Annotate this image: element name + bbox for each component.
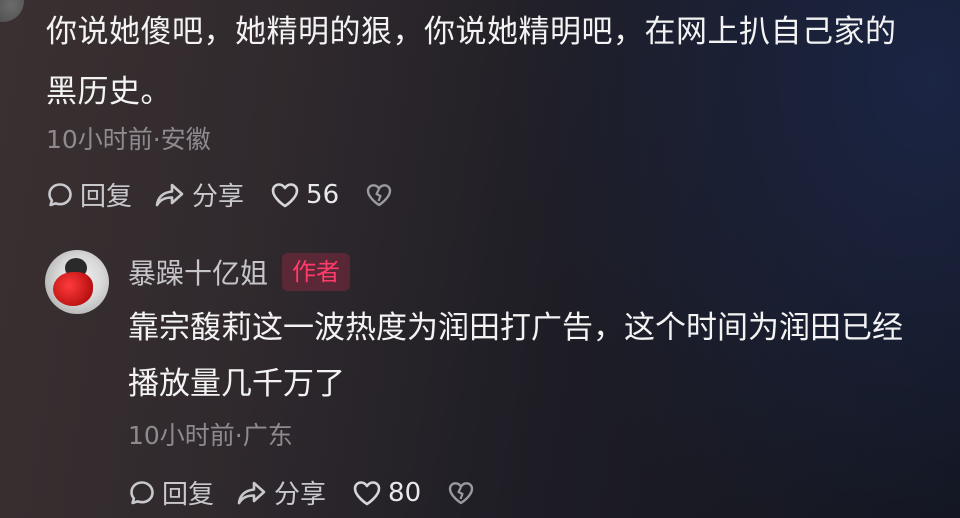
- comment-dislike-button[interactable]: [365, 181, 393, 209]
- comment-like-count: 56: [306, 179, 340, 210]
- reply-dislike-button[interactable]: [447, 479, 475, 507]
- reply-like-count: 80: [388, 477, 422, 508]
- share-arrow-icon: [154, 181, 186, 209]
- reply-share-button[interactable]: 分享: [236, 474, 326, 511]
- comment-reply-label: 回复: [80, 182, 133, 212]
- comment-bubble-icon: [128, 479, 156, 507]
- comment-body: 你说她傻吧，她精明的狠，你说她精明吧，在网上扒自己家的 黑历史。: [46, 2, 946, 122]
- comment-action-row: 回复 分享 56: [46, 176, 393, 213]
- reply-body: 靠宗馥莉这一波热度为润田打广告，这个时间为润田已经 播放量几千万了: [128, 300, 958, 412]
- dislike-broken-heart-icon: [365, 181, 393, 209]
- author-badge: 作者: [282, 253, 351, 291]
- heart-icon: [352, 479, 382, 507]
- comment-share-label: 分享: [192, 182, 245, 212]
- comment-text-line-2: 黑历史。: [46, 74, 172, 110]
- reply-text-line-1: 靠宗馥莉这一波热度为润田打广告，这个时间为润田已经: [128, 310, 903, 346]
- reply-reply-button[interactable]: 回复: [128, 474, 214, 511]
- reply-reply-label: 回复: [162, 480, 215, 510]
- comment-reply-button[interactable]: 回复: [46, 176, 132, 213]
- commenter-avatar[interactable]: [0, 0, 24, 22]
- reply-action-row: 回复 分享 80: [128, 474, 475, 511]
- comment-text-line-1: 你说她傻吧，她精明的狠，你说她精明吧，在网上扒自己家的: [46, 14, 897, 50]
- dislike-broken-heart-icon: [447, 479, 475, 507]
- comment-like-button[interactable]: 56: [270, 180, 339, 210]
- heart-icon: [270, 181, 300, 209]
- reply-share-label: 分享: [274, 480, 327, 510]
- reply-time-location: 10小时前·广东: [128, 421, 293, 450]
- comment-time-location: 10小时前·安徽: [46, 125, 211, 154]
- reply-header: 暴躁十亿姐 作者: [128, 252, 351, 292]
- share-arrow-icon: [236, 479, 268, 507]
- reply-text-line-2: 播放量几千万了: [128, 366, 345, 402]
- comment-share-button[interactable]: 分享: [154, 176, 244, 213]
- comment-bubble-icon: [46, 181, 74, 209]
- reply-like-button[interactable]: 80: [352, 478, 421, 508]
- author-username[interactable]: 暴躁十亿姐: [128, 252, 268, 292]
- author-avatar[interactable]: [45, 250, 109, 314]
